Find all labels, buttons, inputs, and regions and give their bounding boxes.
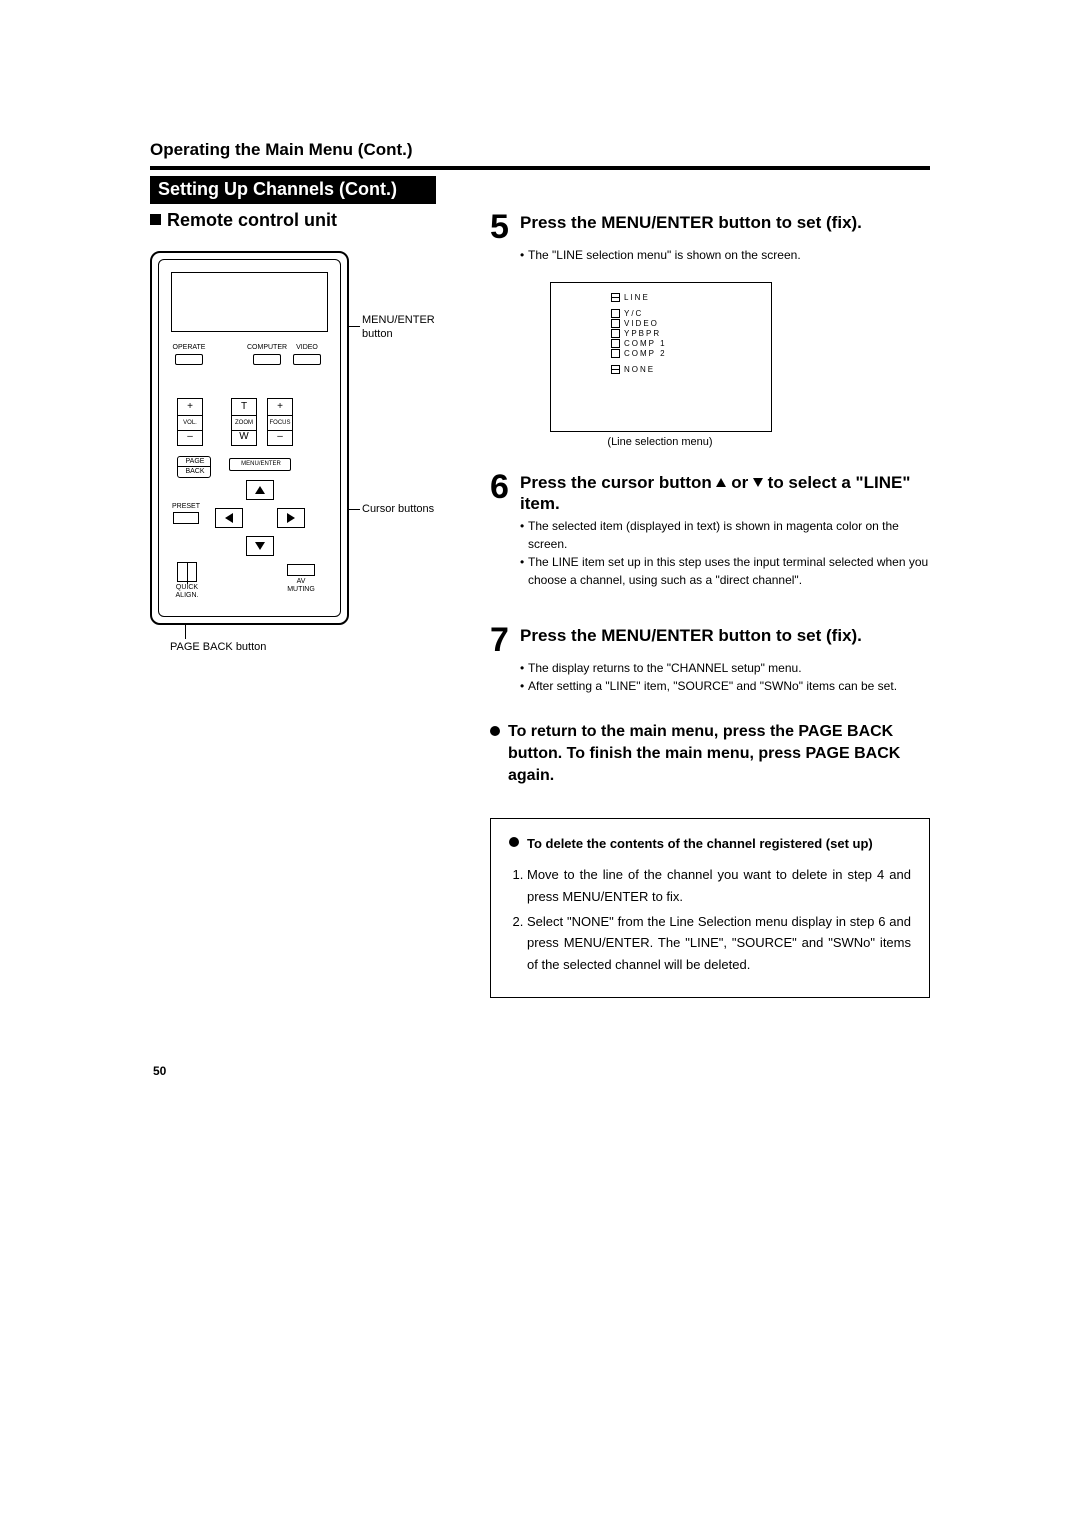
preset-button[interactable] [173,512,199,524]
menu-enter-text: MENU/ENTER [230,461,292,467]
label-quick-1: QUICK [171,584,203,591]
return-note: To return to the main menu, press the PA… [490,721,930,788]
chapter-heading: Operating the Main Menu (Cont.) [150,140,930,160]
delete-channel-box: To delete the contents of the channel re… [490,818,930,999]
step-7-title: Press the MENU/ENTER button to set (fix)… [520,623,862,657]
left-column: Remote control unit MENU/ENTER button Cu… [150,210,440,998]
zoom-w[interactable]: W [232,429,256,445]
right-column: 5 Press the MENU/ENTER button to set (fi… [440,210,930,998]
checkbox-icon [611,319,620,328]
step-7-body: •The display returns to the "CHANNEL set… [520,659,930,695]
zoom-rocker[interactable]: T ZOOM W [231,398,257,446]
triangle-down-icon [753,478,763,487]
step-7-number: 7 [490,623,514,657]
focus-rocker[interactable]: + FOCUS – [267,398,293,446]
remote-heading-text: Remote control unit [167,210,337,230]
cursor-pad [211,480,307,554]
cursor-left-button[interactable] [215,508,243,528]
step-6-bullet-1: The selected item (displayed in text) is… [528,517,930,553]
vol-plus[interactable]: + [178,399,202,415]
page-back-button[interactable]: PAGE BACK [177,456,211,478]
delete-step-2: Select "NONE" from the Line Selection me… [527,911,911,975]
step-7-bullet-2: After setting a "LINE" item, "SOURCE" an… [528,677,897,695]
checkbox-icon [611,309,620,318]
cursor-up-button[interactable] [246,480,274,500]
step-6-bullet-2: The LINE item set up in this step uses t… [528,553,930,589]
label-quick-2: ALIGN. [171,592,203,599]
manual-page: Operating the Main Menu (Cont.) Setting … [150,140,930,998]
screen-caption: (Line selection menu) [550,436,770,448]
step-5-body: •The "LINE selection menu" is shown on t… [520,246,930,264]
arrow-down-icon [255,542,265,550]
step-6: 6 Press the cursor button or to select a… [490,470,930,515]
computer-button[interactable] [253,354,281,365]
step-6-number: 6 [490,470,514,515]
step-5-title: Press the MENU/ENTER button to set (fix)… [520,210,862,244]
screen-item-video: VIDEO [624,319,659,328]
cursor-right-button[interactable] [277,508,305,528]
remote-body: OPERATE COMPUTER VIDEO + VOL. – T [150,251,349,625]
checkbox-icon [611,365,620,374]
callout-menu-enter: MENU/ENTER button [362,313,442,342]
screen-item-yc: Y/C [624,309,643,318]
step-6-body: •The selected item (displayed in text) i… [520,517,930,589]
video-button[interactable] [293,354,321,365]
remote-heading: Remote control unit [150,210,440,231]
pageback-bot-text: BACK [178,468,212,475]
label-computer: COMPUTER [247,344,287,351]
label-av-2: MUTING [281,586,321,593]
screen-item-comp1: COMP 1 [624,339,667,348]
remote-ir-window [171,272,328,332]
step-5-bullet-1: The "LINE selection menu" is shown on th… [528,246,801,264]
disc-bullet-icon [490,726,500,736]
focus-minus[interactable]: – [268,429,292,445]
label-video: VIDEO [291,344,323,351]
screen-item-ypbpr: YPBPR [624,329,661,338]
label-preset: PRESET [169,503,203,510]
pageback-divider [177,466,211,467]
triangle-up-icon [716,478,726,487]
screen-item-none: NONE [624,365,655,374]
step-7-bullet-1: The display returns to the "CHANNEL setu… [528,659,802,677]
arrow-left-icon [225,513,233,523]
remote-diagram: MENU/ENTER button Cursor buttons PAGE BA… [150,251,440,691]
volume-rocker[interactable]: + VOL. – [177,398,203,446]
return-note-text: To return to the main menu, press the PA… [508,721,930,788]
square-bullet-icon [150,214,161,225]
checkbox-icon [611,329,620,338]
page-number: 50 [153,1064,166,1078]
checkbox-icon [611,293,620,302]
pageback-top-text: PAGE [178,458,212,465]
operate-button[interactable] [175,354,203,365]
screen-item-comp2: COMP 2 [624,349,667,358]
delete-box-heading: To delete the contents of the channel re… [527,833,873,854]
av-muting-button[interactable] [287,564,315,576]
zoom-t[interactable]: T [232,399,256,415]
delete-step-1: Move to the line of the channel you want… [527,864,911,907]
label-av-1: AV [285,578,317,585]
arrow-up-icon [255,486,265,494]
vol-minus[interactable]: – [178,429,202,445]
callout-cursor: Cursor buttons [362,503,434,515]
focus-plus[interactable]: + [268,399,292,415]
callout-page-back: PAGE BACK button [170,641,266,653]
screen-item-line: LINE [624,293,650,302]
remote-inner-frame: OPERATE COMPUTER VIDEO + VOL. – T [158,259,341,617]
heading-rule [150,166,930,170]
disc-bullet-icon [509,837,519,847]
step-5: 5 Press the MENU/ENTER button to set (fi… [490,210,930,244]
quick-align-button[interactable] [177,562,197,582]
label-operate: OPERATE [171,344,207,351]
step-6-title: Press the cursor button or to select a "… [520,470,930,515]
checkbox-icon [611,349,620,358]
step-7: 7 Press the MENU/ENTER button to set (fi… [490,623,930,657]
section-title: Setting Up Channels (Cont.) [150,176,436,204]
arrow-right-icon [287,513,295,523]
checkbox-icon [611,339,620,348]
cursor-down-button[interactable] [246,536,274,556]
step-5-number: 5 [490,210,514,244]
line-selection-screen: LINE Y/C VIDEO YPBPR COMP 1 COMP 2 NONE [550,282,772,432]
menu-enter-button[interactable]: MENU/ENTER [229,458,291,471]
